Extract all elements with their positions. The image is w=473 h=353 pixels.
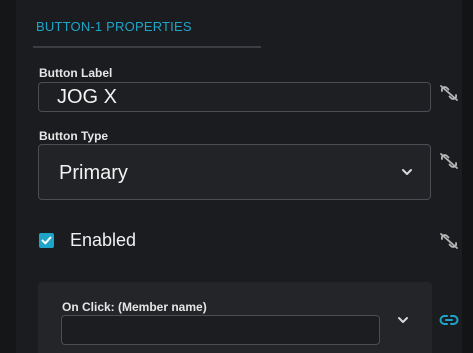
button-type-select[interactable]: Primary	[38, 144, 431, 200]
enabled-label: Enabled	[70, 230, 137, 250]
button-label-field-label: Button Label	[39, 66, 113, 80]
unlink-icon[interactable]	[439, 83, 459, 103]
right-scroll-edge	[462, 0, 473, 353]
chevron-down-icon[interactable]	[396, 315, 410, 325]
chevron-down-icon	[402, 169, 412, 175]
enabled-checkbox[interactable]	[39, 233, 54, 248]
button-properties-panel: BUTTON-1 PROPERTIES Button Label JOG X B…	[0, 0, 473, 353]
unlink-icon[interactable]	[439, 151, 459, 171]
button-type-selected-value: Primary	[59, 162, 128, 184]
button-label-value: JOG X	[57, 86, 118, 108]
on-click-member-input[interactable]	[61, 315, 380, 345]
on-click-field-label: On Click: (Member name)	[62, 300, 207, 314]
section-title: BUTTON-1 PROPERTIES	[36, 19, 192, 34]
link-icon[interactable]	[439, 310, 459, 330]
section-title-underline	[33, 46, 261, 48]
button-type-field-label: Button Type	[39, 129, 109, 143]
unlink-icon[interactable]	[439, 231, 459, 251]
button-label-input[interactable]: JOG X	[38, 82, 431, 112]
checkmark-icon	[41, 236, 52, 245]
left-panel-edge	[0, 0, 16, 353]
